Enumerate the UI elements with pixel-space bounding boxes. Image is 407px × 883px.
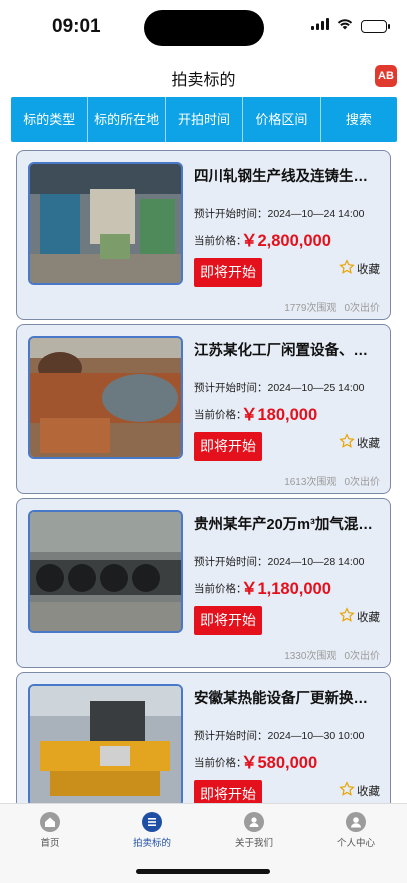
favorite-button[interactable]: 收藏 bbox=[339, 433, 380, 452]
filter-start-time[interactable]: 开拍时间 bbox=[166, 97, 244, 142]
item-price: ￥1,180,000 bbox=[241, 580, 331, 598]
auction-card[interactable]: 四川轧钢生产线及连铸生产线 预计开始时间：2024—10—24 14:00 当前… bbox=[16, 150, 391, 320]
auction-card[interactable]: 江苏某化工厂闲置设备、物资 预计开始时间：2024—10—25 14:00 当前… bbox=[16, 324, 391, 494]
status-time: 09:01 bbox=[52, 16, 101, 37]
status-bar: 09:01 bbox=[0, 0, 407, 56]
profile-icon bbox=[346, 812, 366, 832]
dynamic-island bbox=[144, 10, 264, 46]
price-label: 当前价格： bbox=[194, 757, 247, 769]
bid-count: 0次出价 bbox=[344, 651, 380, 662]
item-photo bbox=[28, 162, 183, 285]
auction-list: 四川轧钢生产线及连铸生产线 预计开始时间：2024—10—24 14:00 当前… bbox=[16, 150, 391, 803]
item-title[interactable]: 安徽某热能设备厂更新换代设备 bbox=[194, 687, 382, 708]
item-start-time: 预计开始时间：2024—10—30 10:00 bbox=[194, 730, 365, 742]
tab-home[interactable]: 首页 bbox=[10, 812, 90, 849]
filter-location[interactable]: 标的所在地 bbox=[88, 97, 166, 142]
coming-soon-button[interactable]: 即将开始 bbox=[194, 432, 262, 461]
auction-card[interactable]: 安徽某热能设备厂更新换代设备 预计开始时间：2024—10—30 10:00 当… bbox=[16, 672, 391, 803]
star-icon bbox=[339, 433, 355, 452]
favorite-button[interactable]: 收藏 bbox=[339, 781, 380, 800]
signal-icon bbox=[311, 17, 329, 35]
battery-icon bbox=[361, 19, 390, 33]
filter-price-range[interactable]: 价格区间 bbox=[243, 97, 321, 142]
coming-soon-button[interactable]: 即将开始 bbox=[194, 780, 262, 803]
item-title[interactable]: 贵州某年产20万m³加气混凝土 bbox=[194, 513, 382, 534]
view-count: 1330次围观 bbox=[284, 651, 337, 662]
price-label: 当前价格： bbox=[194, 235, 247, 247]
favorite-button[interactable]: 收藏 bbox=[339, 607, 380, 626]
status-icons bbox=[311, 17, 390, 35]
item-price: ￥580,000 bbox=[241, 754, 318, 772]
star-icon bbox=[339, 259, 355, 278]
home-icon bbox=[40, 812, 60, 832]
home-indicator[interactable] bbox=[136, 869, 270, 874]
bid-count: 0次出价 bbox=[344, 303, 380, 314]
item-price: ￥180,000 bbox=[241, 406, 318, 424]
tab-auction-items[interactable]: 拍卖标的 bbox=[112, 812, 192, 849]
filter-bar: 标的类型 标的所在地 开拍时间 价格区间 搜索 bbox=[11, 97, 397, 142]
tab-about-us[interactable]: 关于我们 bbox=[214, 812, 294, 849]
tab-profile[interactable]: 个人中心 bbox=[316, 812, 396, 849]
item-stats: 1613次围观 0次出价 bbox=[284, 473, 380, 488]
star-icon bbox=[339, 781, 355, 800]
coming-soon-button[interactable]: 即将开始 bbox=[194, 606, 262, 635]
view-count: 1779次围观 bbox=[284, 303, 337, 314]
page-title: 拍卖标的 bbox=[171, 72, 236, 89]
item-photo bbox=[28, 684, 183, 803]
view-count: 1613次围观 bbox=[284, 477, 337, 488]
item-title[interactable]: 四川轧钢生产线及连铸生产线 bbox=[194, 165, 382, 186]
list-icon bbox=[142, 812, 162, 832]
item-photo bbox=[28, 510, 183, 633]
star-icon bbox=[339, 607, 355, 626]
bid-count: 0次出价 bbox=[344, 477, 380, 488]
filter-type[interactable]: 标的类型 bbox=[11, 97, 89, 142]
item-start-time: 预计开始时间：2024—10—25 14:00 bbox=[194, 382, 365, 394]
price-label: 当前价格： bbox=[194, 583, 247, 595]
item-stats: 1779次围观 0次出价 bbox=[284, 299, 380, 314]
coming-soon-button[interactable]: 即将开始 bbox=[194, 258, 262, 287]
wifi-icon bbox=[337, 17, 353, 35]
filter-search[interactable]: 搜索 bbox=[321, 97, 397, 142]
price-label: 当前价格： bbox=[194, 409, 247, 421]
item-photo bbox=[28, 336, 183, 459]
ab-badge-icon[interactable]: AB bbox=[375, 65, 397, 87]
favorite-button[interactable]: 收藏 bbox=[339, 259, 380, 278]
item-start-time: 预计开始时间：2024—10—28 14:00 bbox=[194, 556, 365, 568]
about-icon bbox=[244, 812, 264, 832]
item-price: ￥2,800,000 bbox=[241, 232, 331, 250]
item-start-time: 预计开始时间：2024—10—24 14:00 bbox=[194, 208, 365, 220]
auction-card[interactable]: 贵州某年产20万m³加气混凝土 预计开始时间：2024—10—28 14:00 … bbox=[16, 498, 391, 668]
item-title[interactable]: 江苏某化工厂闲置设备、物资 bbox=[194, 339, 382, 360]
item-stats: 1330次围观 0次出价 bbox=[284, 647, 380, 662]
